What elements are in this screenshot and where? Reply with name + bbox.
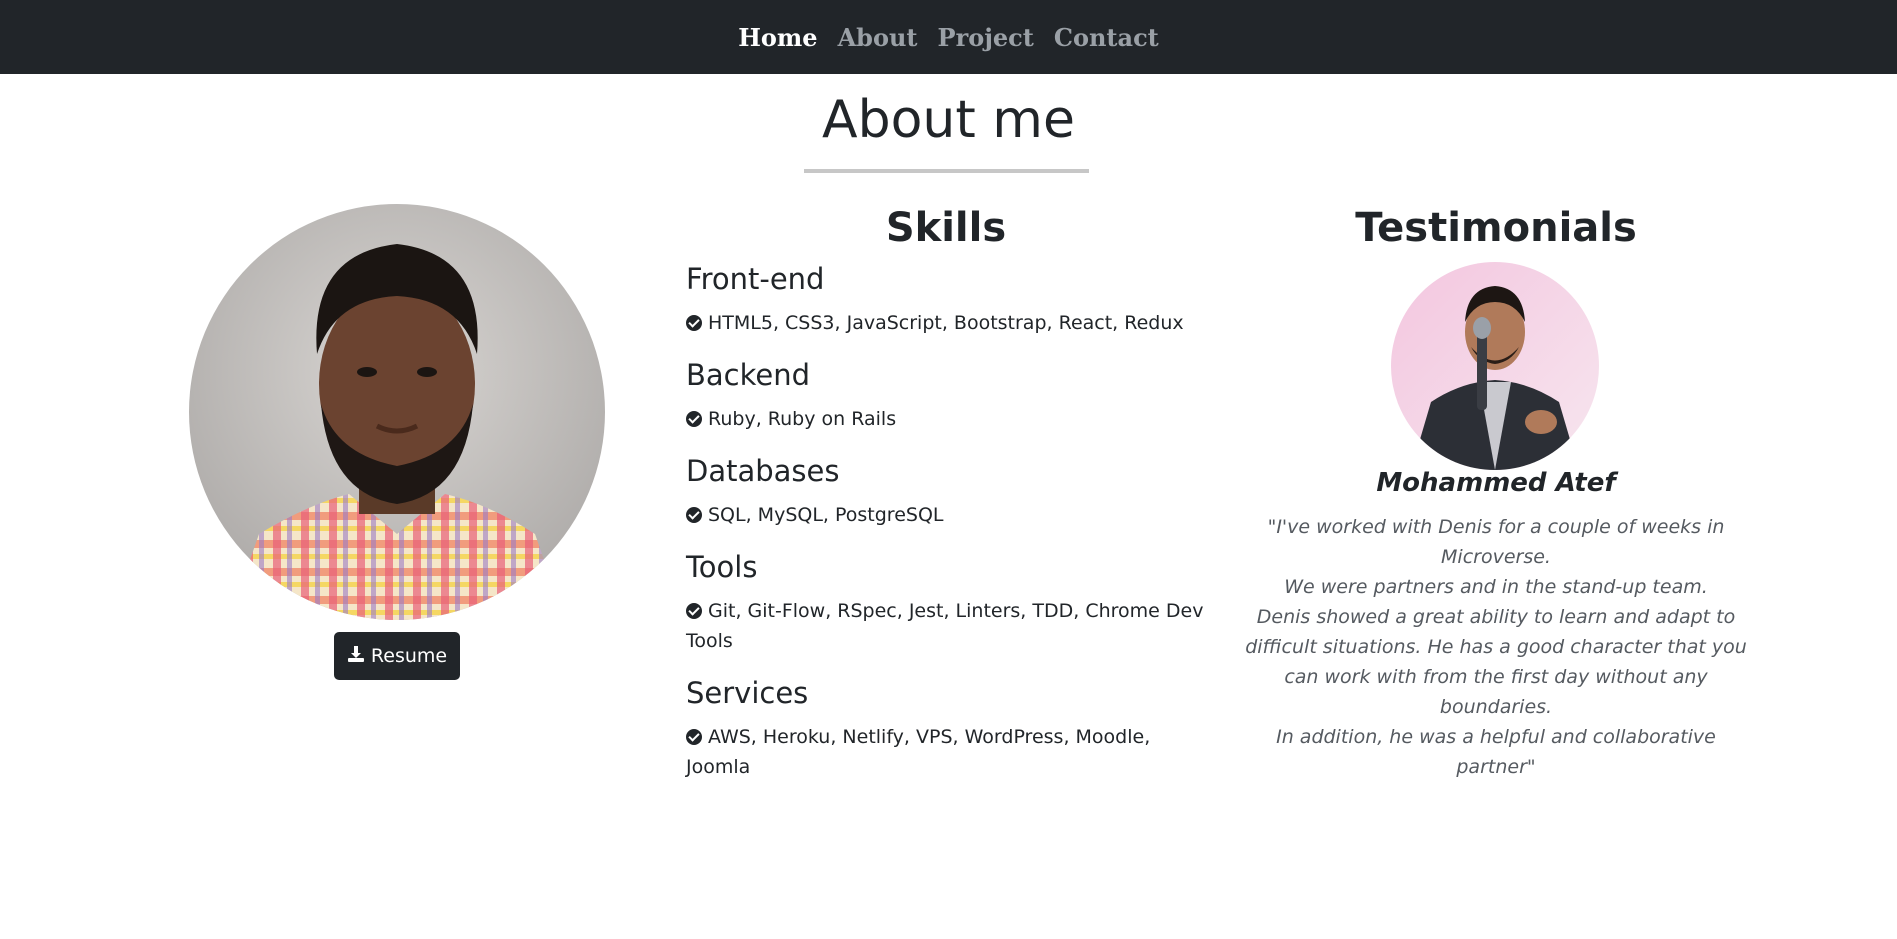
skill-group-databases: Databases SQL, MySQL, PostgreSQL [686, 454, 1206, 530]
skills-title: Skills [885, 205, 1007, 251]
quote-line: Denis showed a great ability to learn an… [1245, 606, 1747, 718]
nav-about-link[interactable]: About [838, 23, 918, 52]
skill-items: Git, Git-Flow, RSpec, Jest, Linters, TDD… [686, 600, 1204, 652]
skill-heading: Front-end [686, 262, 825, 296]
check-circle-icon [686, 411, 702, 427]
check-circle-icon [686, 603, 702, 619]
skill-list: Git, Git-Flow, RSpec, Jest, Linters, TDD… [686, 596, 1206, 656]
download-icon [347, 645, 365, 668]
skill-group-backend: Backend Ruby, Ruby on Rails [686, 358, 1206, 434]
testimonial-name: Mohammed Atef [1376, 468, 1616, 498]
quote-line: We were partners and in the stand-up tea… [1284, 576, 1708, 598]
skill-items: AWS, Heroku, Netlify, VPS, WordPress, Mo… [686, 726, 1151, 778]
testimonial-quote: "I've worked with Denis for a couple of … [1236, 512, 1756, 782]
skill-list: Ruby, Ruby on Rails [686, 404, 1206, 434]
check-circle-icon [686, 315, 702, 331]
skill-items: Ruby, Ruby on Rails [708, 408, 897, 430]
skill-heading: Tools [686, 550, 758, 584]
resume-label: Resume [370, 645, 448, 667]
skill-list: HTML5, CSS3, JavaScript, Bootstrap, Reac… [686, 308, 1206, 338]
skill-items: HTML5, CSS3, JavaScript, Bootstrap, Reac… [708, 312, 1184, 334]
skill-heading: Backend [686, 358, 811, 392]
resume-button[interactable]: Resume [334, 632, 460, 680]
skill-group-frontend: Front-end HTML5, CSS3, JavaScript, Boots… [686, 262, 1206, 338]
profile-photo [189, 204, 605, 620]
skill-group-tools: Tools Git, Git-Flow, RSpec, Jest, Linter… [686, 550, 1206, 656]
skill-items: SQL, MySQL, PostgreSQL [708, 504, 944, 526]
skill-heading: Services [686, 676, 809, 710]
portrait-photo-icon [189, 204, 605, 620]
check-circle-icon [686, 729, 702, 745]
nav-project-link[interactable]: Project [938, 23, 1034, 52]
skill-group-services: Services AWS, Heroku, Netlify, VPS, Word… [686, 676, 1206, 782]
testimonial-photo [1391, 262, 1599, 470]
skill-heading: Databases [686, 454, 840, 488]
speaker-photo-icon [1391, 262, 1599, 470]
quote-line: "I've worked with Denis for a couple of … [1267, 516, 1725, 568]
top-navbar: Home About Project Contact [0, 0, 1897, 74]
skill-list: SQL, MySQL, PostgreSQL [686, 500, 1206, 530]
title-underline [804, 169, 1089, 173]
quote-line: In addition, he was a helpful and collab… [1276, 726, 1716, 778]
check-circle-icon [686, 507, 702, 523]
nav-contact-link[interactable]: Contact [1054, 23, 1159, 52]
page-title: About me [822, 90, 1075, 150]
skill-list: AWS, Heroku, Netlify, VPS, WordPress, Mo… [686, 722, 1206, 782]
nav-home-link[interactable]: Home [738, 23, 817, 52]
testimonials-title: Testimonials [1355, 205, 1637, 251]
